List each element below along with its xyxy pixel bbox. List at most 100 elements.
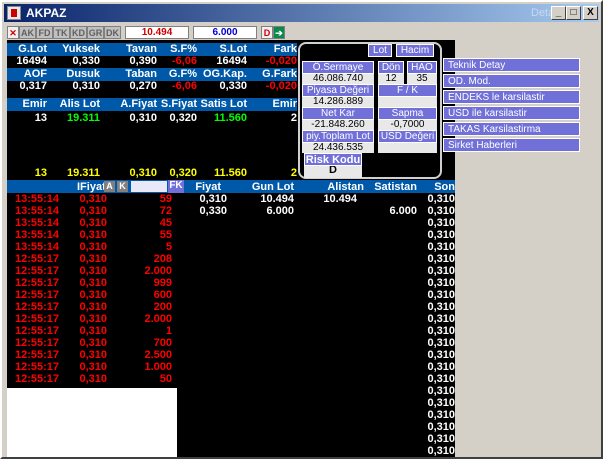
depth-son: 0,310 bbox=[427, 193, 455, 205]
depth-son: 0,310 bbox=[427, 253, 455, 265]
usd-label: USD Değeri bbox=[378, 130, 437, 143]
tab-kd[interactable]: KD bbox=[70, 26, 87, 39]
depth-son: 0,310 bbox=[427, 337, 455, 349]
hdr1-5: Fark bbox=[273, 43, 297, 55]
k-button[interactable]: K bbox=[117, 181, 128, 192]
close-button[interactable]: X bbox=[583, 6, 598, 20]
trade-lot: 600 bbox=[153, 289, 172, 301]
row4-0: 13 bbox=[34, 167, 47, 179]
row3-3: 0,320 bbox=[169, 112, 197, 124]
depth-price: 0,330 bbox=[199, 205, 227, 217]
row2-5: -0,020 bbox=[265, 80, 297, 92]
hdr2-3: G.F% bbox=[168, 68, 197, 80]
hdr2-0: AOF bbox=[23, 68, 47, 80]
filter-input[interactable] bbox=[131, 181, 167, 192]
row4-3: 0,320 bbox=[169, 167, 197, 179]
price-field[interactable]: 10.494 bbox=[125, 26, 189, 39]
window-title: AKPAZ bbox=[26, 6, 67, 20]
depth-son: 0,310 bbox=[427, 325, 455, 337]
tab-tk[interactable]: TK bbox=[53, 26, 70, 39]
hdr2-5: G.Fark bbox=[262, 68, 297, 80]
depth-son: 0,310 bbox=[427, 217, 455, 229]
tab-ak[interactable]: AK bbox=[19, 26, 36, 39]
menu-haberler[interactable]: Sirket Haberleri bbox=[443, 138, 580, 152]
hao-label: HAO bbox=[407, 61, 437, 74]
menu-teknik-detay[interactable]: Teknik Detay bbox=[443, 58, 580, 72]
row1-3: -6,06 bbox=[171, 55, 197, 67]
trade-price: 0,310 bbox=[79, 193, 107, 205]
tab-gr[interactable]: GR bbox=[87, 26, 104, 39]
toplam-value: 24.436.535 bbox=[302, 143, 374, 153]
trade-time: 13:55:14 bbox=[14, 193, 59, 205]
hdr3-3: S.Fiyat bbox=[160, 98, 197, 110]
hdr3-1: Alis Lot bbox=[59, 98, 100, 110]
depth-son: 0,310 bbox=[427, 385, 455, 397]
depth-h-son: Son bbox=[434, 181, 455, 193]
osermaye-value: 46.086.740 bbox=[302, 74, 374, 84]
menu-takas[interactable]: TAKAS Karsilastirma bbox=[443, 122, 580, 136]
menu-od-mod[interactable]: OD. Mod. bbox=[443, 74, 580, 88]
row2-3: -6,06 bbox=[171, 80, 197, 92]
piyasa-label: Piyasa Değeri bbox=[302, 84, 374, 97]
depth-h-fiyat: Fiyat bbox=[195, 181, 221, 193]
row3-4: 11.560 bbox=[213, 112, 247, 124]
row2-1: 0,310 bbox=[72, 80, 100, 92]
depth-satistan: 6.000 bbox=[389, 205, 417, 217]
depth-son: 0,310 bbox=[427, 301, 455, 313]
qty-field[interactable]: 6.000 bbox=[193, 26, 257, 39]
netkar-label: Net Kar bbox=[302, 107, 374, 120]
row2-4: 0,330 bbox=[219, 80, 247, 92]
row1-5: -0,020 bbox=[265, 55, 297, 67]
menu-usd[interactable]: USD ile karsilastir bbox=[443, 106, 580, 120]
trade-lot: 208 bbox=[153, 253, 172, 265]
trade-price: 0,310 bbox=[79, 289, 107, 301]
trade-time: 13:55:14 bbox=[14, 229, 59, 241]
hdr1-2: Tavan bbox=[126, 43, 157, 55]
trade-lot: 45 bbox=[159, 217, 172, 229]
trade-lot: 50 bbox=[159, 373, 172, 385]
depth-h-alistan: Alistan bbox=[327, 181, 364, 193]
d-button[interactable]: D bbox=[261, 26, 273, 39]
trade-time: 12:55:17 bbox=[14, 373, 59, 385]
stock-info-popup: Lot Hacim Ö.Sermaye 46.086.740 Dön 12 HA… bbox=[298, 42, 442, 179]
depth-son: 0,310 bbox=[427, 289, 455, 301]
trade-time: 12:55:17 bbox=[14, 325, 59, 337]
trade-time: 13:55:14 bbox=[14, 241, 59, 253]
hdr3-0: Emir bbox=[22, 98, 47, 110]
trade-lot: 59 bbox=[159, 193, 172, 205]
trade-lot: 1 bbox=[165, 325, 172, 337]
trade-lot: 5 bbox=[165, 241, 172, 253]
trade-time: 13:55:14 bbox=[14, 205, 59, 217]
a-button[interactable]: A bbox=[104, 181, 115, 192]
hdr1-0: G.Lot bbox=[18, 43, 47, 55]
row3-5: 2 bbox=[290, 112, 297, 124]
depth-gunlot: 10.494 bbox=[260, 193, 294, 205]
depth-son: 0,310 bbox=[427, 205, 455, 217]
trade-price: 0,310 bbox=[79, 277, 107, 289]
menu-endeks[interactable]: ENDEKS le karsilastir bbox=[443, 90, 580, 104]
trades-price-header: IFiyat bbox=[77, 181, 106, 193]
row1-2: 0,390 bbox=[129, 55, 157, 67]
tab-dk[interactable]: DK bbox=[104, 26, 121, 39]
hacim-button[interactable]: Hacim bbox=[396, 44, 434, 57]
tab-fd[interactable]: FD bbox=[36, 26, 53, 39]
app-icon bbox=[7, 6, 21, 20]
maximize-button[interactable]: □ bbox=[566, 6, 581, 20]
row2-2: 0,270 bbox=[129, 80, 157, 92]
depth-son: 0,310 bbox=[427, 421, 455, 433]
netkar-value: -21.848.260 bbox=[302, 120, 374, 130]
close-x-icon[interactable]: ✕ bbox=[7, 26, 19, 39]
go-arrow-icon[interactable]: ➔ bbox=[273, 26, 285, 39]
trade-time: 12:55:17 bbox=[14, 289, 59, 301]
row4-1: 19.311 bbox=[66, 167, 100, 179]
trade-price: 0,310 bbox=[79, 229, 107, 241]
hdr2-1: Dusuk bbox=[66, 68, 100, 80]
fk-button[interactable]: FK bbox=[168, 180, 184, 193]
depth-son: 0,310 bbox=[427, 445, 455, 457]
hdr2-4: OG.Kap. bbox=[202, 68, 247, 80]
risk-value: D bbox=[304, 166, 362, 178]
minimize-button[interactable]: _ bbox=[551, 6, 566, 20]
trade-time: 12:55:17 bbox=[14, 313, 59, 325]
lot-button[interactable]: Lot bbox=[368, 44, 392, 57]
trade-time: 12:55:17 bbox=[14, 277, 59, 289]
